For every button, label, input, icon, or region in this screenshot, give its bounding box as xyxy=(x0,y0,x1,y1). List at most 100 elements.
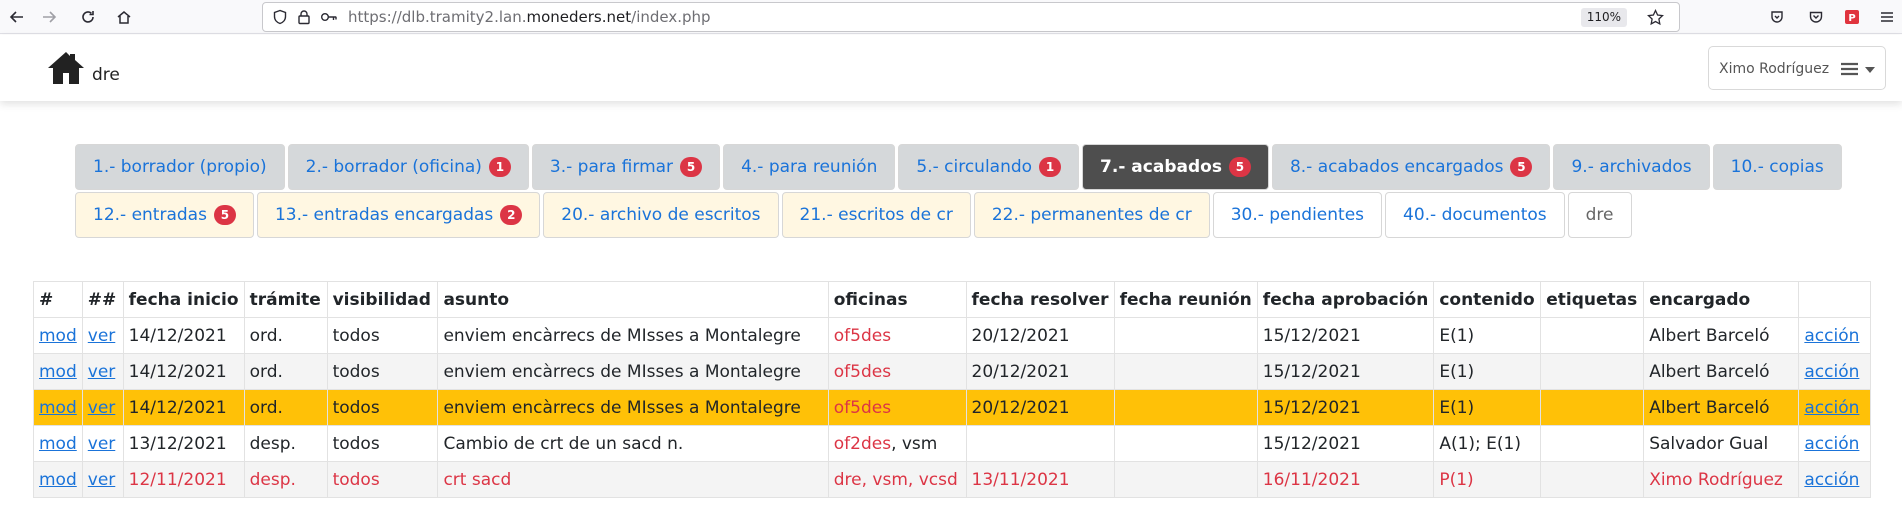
fecha-reunion-cell xyxy=(1113,317,1258,354)
ver-link[interactable]: ver xyxy=(88,362,116,382)
accion-link[interactable]: acción xyxy=(1804,326,1859,346)
column-header[interactable]: asunto xyxy=(437,281,829,318)
tramite-cell: desp. xyxy=(243,425,328,462)
oficinas-cell: of5des xyxy=(827,353,967,390)
shield-icon[interactable] xyxy=(272,9,288,29)
user-name: Ximo Rodríguez xyxy=(1719,61,1830,77)
ver-link[interactable]: ver xyxy=(88,326,116,346)
oficinas-cell: of5des xyxy=(827,389,967,426)
mod-link[interactable]: mod xyxy=(39,362,77,382)
tab-entradas[interactable]: 12.- entradas 5 xyxy=(75,192,254,238)
fecha-aprobacion-cell: 16/11/2021 xyxy=(1256,461,1435,498)
tramite-cell: desp. xyxy=(243,461,328,498)
accion-link[interactable]: acción xyxy=(1804,362,1859,382)
etiquetas-cell xyxy=(1540,461,1645,498)
key-icon[interactable] xyxy=(320,9,338,29)
tab-copias[interactable]: 10.- copias xyxy=(1712,144,1842,190)
tab-archivados[interactable]: 9.- archivados xyxy=(1553,144,1710,190)
tab-escritos-de-cr[interactable]: 21.- escritos de cr xyxy=(781,192,971,238)
visibilidad-cell: todos xyxy=(326,389,439,426)
column-header[interactable]: trámite xyxy=(243,281,328,318)
tab-permanentes-de-cr[interactable]: 22.- permanentes de cr xyxy=(973,192,1210,238)
visibilidad-cell: todos xyxy=(326,317,439,354)
column-header[interactable]: # xyxy=(33,281,83,318)
tab-borrador-propio[interactable]: 1.- borrador (propio) xyxy=(75,144,285,190)
table-row[interactable]: mod ver 12/11/2021 desp. todos crt sacd … xyxy=(33,461,1871,498)
mod-link[interactable]: mod xyxy=(39,326,77,346)
tab-dre[interactable]: dre xyxy=(1567,192,1632,238)
visibilidad-cell: todos xyxy=(326,461,439,498)
fecha-resolver-cell: 20/12/2021 xyxy=(965,353,1115,390)
mod-link[interactable]: mod xyxy=(39,398,77,418)
count-badge: 1 xyxy=(488,157,511,177)
count-badge: 5 xyxy=(1510,157,1533,177)
column-header[interactable]: contenido xyxy=(1433,281,1542,318)
column-header[interactable]: ## xyxy=(81,281,124,318)
tramite-cell: ord. xyxy=(243,353,328,390)
etiquetas-cell xyxy=(1540,317,1645,354)
column-header[interactable]: oficinas xyxy=(827,281,967,318)
ver-link[interactable]: ver xyxy=(88,434,116,454)
fecha-inicio-cell: 14/12/2021 xyxy=(122,389,245,426)
chevron-down-icon xyxy=(1865,67,1875,73)
save-to-pocket-icon[interactable] xyxy=(1763,3,1791,31)
ver-link[interactable]: ver xyxy=(88,470,116,490)
tab-pendientes[interactable]: 30.- pendientes xyxy=(1212,192,1383,238)
fecha-inicio-cell: 14/12/2021 xyxy=(122,317,245,354)
fecha-reunion-cell xyxy=(1113,353,1258,390)
table-row[interactable]: mod ver 14/12/2021 ord. todos enviem enc… xyxy=(33,317,1871,354)
visibilidad-cell: todos xyxy=(326,353,439,390)
oficinas-cell: of2des, vsm xyxy=(827,425,967,462)
back-arrow-icon[interactable] xyxy=(3,3,31,31)
accion-link[interactable]: acción xyxy=(1804,398,1859,418)
etiquetas-cell xyxy=(1540,353,1645,390)
lock-icon[interactable] xyxy=(296,9,312,29)
fecha-resolver-cell: 20/12/2021 xyxy=(965,317,1115,354)
browser-toolbar: https://dlb.tramity2.lan.moneders.net/in… xyxy=(0,0,1902,34)
column-header[interactable]: fecha aprobación xyxy=(1256,281,1435,318)
column-header[interactable]: fecha inicio xyxy=(122,281,245,318)
accion-link[interactable]: acción xyxy=(1804,434,1859,454)
tab-acabados[interactable]: 7.- acabados 5 xyxy=(1082,144,1269,190)
column-header[interactable]: fecha reunión xyxy=(1113,281,1258,318)
home-icon[interactable] xyxy=(46,50,86,90)
tab-circulando[interactable]: 5.- circulando 1 xyxy=(898,144,1080,190)
svg-text:P: P xyxy=(1848,13,1855,24)
table-row[interactable]: mod ver 13/12/2021 desp. todos Cambio de… xyxy=(33,425,1871,462)
tab-para-reunion[interactable]: 4.- para reunión xyxy=(723,144,896,190)
brand-label[interactable]: dre xyxy=(92,65,120,85)
accion-link[interactable]: acción xyxy=(1804,470,1859,490)
bookmark-star-icon[interactable] xyxy=(1647,8,1664,30)
fecha-reunion-cell xyxy=(1113,389,1258,426)
app-menu-icon[interactable] xyxy=(1873,3,1901,31)
forward-arrow-icon[interactable] xyxy=(35,3,63,31)
tab-para-firmar[interactable]: 3.- para firmar 5 xyxy=(531,144,721,190)
ver-link[interactable]: ver xyxy=(88,398,116,418)
column-header[interactable]: fecha resolver xyxy=(965,281,1115,318)
tab-borrador-oficina[interactable]: 2.- borrador (oficina) 1 xyxy=(287,144,529,190)
tabs-row-1: 1.- borrador (propio) 2.- borrador (ofic… xyxy=(75,144,1845,192)
table-row[interactable]: mod ver 14/12/2021 ord. todos enviem enc… xyxy=(33,353,1871,390)
zoom-level[interactable]: 110% xyxy=(1580,8,1627,27)
mod-link[interactable]: mod xyxy=(39,434,77,454)
column-header[interactable]: visibilidad xyxy=(326,281,439,318)
column-header[interactable]: etiquetas xyxy=(1540,281,1645,318)
home-icon[interactable] xyxy=(110,3,138,31)
pocket-icon[interactable] xyxy=(1802,3,1830,31)
etiquetas-cell xyxy=(1540,425,1645,462)
table-row-selected[interactable]: mod ver 14/12/2021 ord. todos enviem enc… xyxy=(33,389,1871,426)
column-header[interactable]: encargado xyxy=(1643,281,1800,318)
user-menu-button[interactable]: Ximo Rodríguez xyxy=(1708,46,1886,90)
tab-archivo-de-escritos[interactable]: 20.- archivo de escritos xyxy=(543,192,779,238)
fecha-reunion-cell xyxy=(1113,425,1258,462)
tab-documentos[interactable]: 40.- documentos xyxy=(1385,192,1565,238)
extension-icon[interactable]: P xyxy=(1838,3,1866,31)
column-header xyxy=(1798,281,1871,318)
tab-entradas-encargadas[interactable]: 13.- entradas encargadas 2 xyxy=(256,192,541,238)
reload-icon[interactable] xyxy=(74,3,102,31)
mod-link[interactable]: mod xyxy=(39,470,77,490)
visibilidad-cell: todos xyxy=(326,425,439,462)
address-bar[interactable]: https://dlb.tramity2.lan.moneders.net/in… xyxy=(262,2,1680,32)
tab-acabados-encargados[interactable]: 8.- acabados encargados 5 xyxy=(1271,144,1551,190)
encargado-cell: Salvador Gual xyxy=(1643,425,1800,462)
